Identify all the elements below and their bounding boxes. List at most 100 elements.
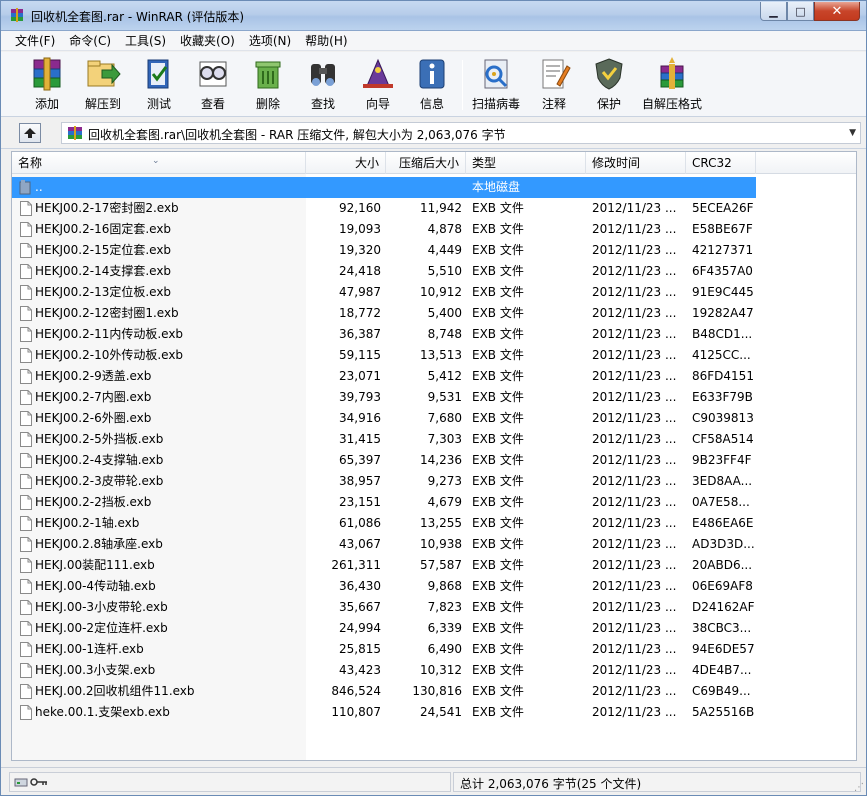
status-bar: 总计 2,063,076 字节(25 个文件) ⋰	[1, 767, 866, 795]
up-one-level-button[interactable]	[19, 123, 41, 143]
file-crc32: C69B49...	[692, 684, 751, 698]
file-crc32: 5ECEA26F	[692, 201, 754, 215]
toolbar-separator	[462, 60, 463, 110]
file-packed-size: 7,823	[427, 600, 462, 614]
file-crc32: 0A7E58...	[692, 495, 750, 509]
table-row[interactable]: HEKJ00.2-2挡板.exb 23,151 4,679 EXB 文件 2012/11…	[12, 492, 856, 513]
file-packed-size: 13,255	[420, 516, 462, 530]
toolbar-add-label: 添加	[34, 97, 59, 111]
protect-icon	[595, 58, 623, 90]
table-row[interactable]: HEKJ.00.3小支架.exb 43,423 10,312 EXB 文件 2012/1…	[12, 660, 856, 681]
table-row[interactable]: HEKJ.00-3小皮带轮.exb 35,667 7,823 EXB 文件 2012/1…	[12, 597, 856, 618]
table-row[interactable]: HEKJ.00-2定位连杆.exb 24,994 6,339 EXB 文件 2012/1…	[12, 618, 856, 639]
close-button[interactable]: ✕	[814, 2, 860, 21]
table-row[interactable]: HEKJ00.2-7内圈.exb 39,793 9,531 EXB 文件 2012/11…	[12, 387, 856, 408]
toolbar-test-button[interactable]: 测试	[139, 55, 179, 115]
view-icon	[199, 61, 227, 87]
file-size: 34,916	[339, 411, 381, 425]
file-type: EXB 文件	[472, 390, 524, 404]
menu-favorites[interactable]: 收藏夹(O)	[174, 32, 241, 49]
rar-archive-icon	[68, 126, 82, 140]
file-type: EXB 文件	[472, 432, 524, 446]
toolbar-extract-button[interactable]: 解压到	[83, 55, 123, 115]
toolbar-view-button[interactable]: 查看	[193, 55, 233, 115]
table-row[interactable]: HEKJ00.2-1轴.exb 61,086 13,255 EXB 文件 2012/11…	[12, 513, 856, 534]
file-crc32: 06E69AF8	[692, 579, 753, 593]
toolbar-info-button[interactable]: 信息	[412, 55, 452, 115]
address-path-text: 回收机全套图.rar\回收机全套图 - RAR 压缩文件, 解包大小为 2,06…	[88, 128, 506, 142]
file-name: heke.00.1.支架exb.exb	[35, 705, 170, 719]
toolbar-sfx-button[interactable]: 自解压格式	[642, 55, 702, 115]
toolbar-virus-scan-button[interactable]: 扫描病毒	[472, 55, 520, 115]
column-size-label: 大小	[354, 156, 379, 170]
table-row[interactable]: HEKJ.00.2回收机组件11.exb 846,524 130,816 EXB 文件…	[12, 681, 856, 702]
table-row[interactable]: HEKJ.00-1连杆.exb 25,815 6,490 EXB 文件 2012/11/…	[12, 639, 856, 660]
table-row[interactable]: HEKJ00.2-9透盖.exb 23,071 5,412 EXB 文件 2012/11…	[12, 366, 856, 387]
file-size: 110,807	[331, 705, 381, 719]
table-row[interactable]: HEKJ00.2-10外传动板.exb 59,115 13,513 EXB 文件 201…	[12, 345, 856, 366]
file-type: EXB 文件	[472, 201, 524, 215]
file-modified-time: 2012/11/23 ...	[592, 327, 677, 341]
maximize-icon: □	[795, 4, 806, 18]
column-header-name[interactable]: 名称 ⌄	[12, 152, 306, 174]
table-row[interactable]: HEKJ00.2.8轴承座.exb 43,067 10,938 EXB 文件 2012/…	[12, 534, 856, 555]
file-type: EXB 文件	[472, 369, 524, 383]
table-row[interactable]: heke.00.1.支架exb.exb 110,807 24,541 EXB 文件 20…	[12, 702, 856, 723]
menu-commands[interactable]: 命令(C)	[63, 32, 117, 49]
column-header-mtime[interactable]: 修改时间	[586, 152, 686, 174]
file-size: 38,957	[339, 474, 381, 488]
table-row[interactable]: HEKJ.00装配111.exb 261,311 57,587 EXB 文件 2012/…	[12, 555, 856, 576]
file-modified-time: 2012/11/23 ...	[592, 306, 677, 320]
file-modified-time: 2012/11/23 ...	[592, 684, 677, 698]
vertical-scrollbar[interactable]	[857, 151, 866, 761]
file-size: 36,430	[339, 579, 381, 593]
toolbar-wizard-button[interactable]: 向导	[358, 55, 398, 115]
table-row[interactable]: HEKJ00.2-13定位板.exb 47,987 10,912 EXB 文件 2012…	[12, 282, 856, 303]
menu-help[interactable]: 帮助(H)	[299, 32, 353, 49]
status-right-pane: 总计 2,063,076 字节(25 个文件)	[453, 772, 861, 792]
column-header-packed[interactable]: 压缩后大小	[386, 152, 466, 174]
table-row[interactable]: HEKJ00.2-4支撑轴.exb 65,397 14,236 EXB 文件 2012/…	[12, 450, 856, 471]
file-crc32: 91E9C445	[692, 285, 754, 299]
table-row[interactable]: HEKJ00.2-14支撑套.exb 24,418 5,510 EXB 文件 2012/…	[12, 261, 856, 282]
file-size: 23,151	[339, 495, 381, 509]
file-packed-size: 14,236	[420, 453, 462, 467]
toolbar-add-button[interactable]: 添加	[27, 55, 67, 115]
parent-folder-row[interactable]: .. 本地磁盘	[12, 177, 756, 198]
toolbar-comment-button[interactable]: 注释	[534, 55, 574, 115]
file-packed-size: 5,400	[427, 306, 462, 320]
table-row[interactable]: HEKJ00.2-16固定套.exb 19,093 4,878 EXB 文件 2012/…	[12, 219, 856, 240]
sfx-icon	[660, 57, 684, 89]
key-icon[interactable]	[30, 776, 48, 788]
toolbar-protect-button[interactable]: 保护	[589, 55, 629, 115]
delete-icon	[255, 61, 281, 89]
column-name-label: 名称	[18, 156, 43, 170]
minimize-button[interactable]: ▁	[760, 2, 787, 21]
toolbar-delete-button[interactable]: 删除	[248, 55, 288, 115]
table-row[interactable]: HEKJ.00-4传动轴.exb 36,430 9,868 EXB 文件 2012/11…	[12, 576, 856, 597]
column-header-crc[interactable]: CRC32	[686, 152, 756, 174]
file-type: EXB 文件	[472, 327, 524, 341]
table-row[interactable]: HEKJ00.2-5外挡板.exb 31,415 7,303 EXB 文件 2012/1…	[12, 429, 856, 450]
dropdown-arrow-icon[interactable]: ▼	[849, 128, 856, 138]
column-header-size[interactable]: 大小	[306, 152, 386, 174]
table-row[interactable]: HEKJ00.2-15定位套.exb 19,320 4,449 EXB 文件 2012/…	[12, 240, 856, 261]
maximize-button[interactable]: □	[787, 2, 814, 21]
menu-tools[interactable]: 工具(S)	[119, 32, 172, 49]
table-row[interactable]: HEKJ00.2-3皮带轮.exb 38,957 9,273 EXB 文件 2012/1…	[12, 471, 856, 492]
table-row[interactable]: HEKJ00.2-11内传动板.exb 36,387 8,748 EXB 文件 2012…	[12, 324, 856, 345]
menu-options[interactable]: 选项(N)	[243, 32, 297, 49]
toolbar-comment-label: 注释	[541, 97, 566, 111]
resize-grip-icon[interactable]: ⋰	[854, 782, 864, 793]
table-row[interactable]: HEKJ00.2-12密封圈1.exb 18,772 5,400 EXB 文件 2012…	[12, 303, 856, 324]
test-icon	[147, 59, 169, 89]
address-path-field[interactable]: 回收机全套图.rar\回收机全套图 - RAR 压缩文件, 解包大小为 2,06…	[61, 122, 861, 144]
column-header-type[interactable]: 类型	[466, 152, 586, 174]
menu-file[interactable]: 文件(F)	[9, 32, 61, 49]
title-bar: 回收机全套图.rar - WinRAR (评估版本) ▁ □ ✕	[1, 1, 866, 31]
table-row[interactable]: HEKJ00.2-17密封圈2.exb 92,160 11,942 EXB 文件 201…	[12, 198, 856, 219]
toolbar-find-button[interactable]: 查找	[303, 55, 343, 115]
add-archive-icon	[33, 57, 61, 91]
table-row[interactable]: HEKJ00.2-6外圈.exb 34,916 7,680 EXB 文件 2012/11…	[12, 408, 856, 429]
file-modified-time: 2012/11/23 ...	[592, 243, 677, 257]
